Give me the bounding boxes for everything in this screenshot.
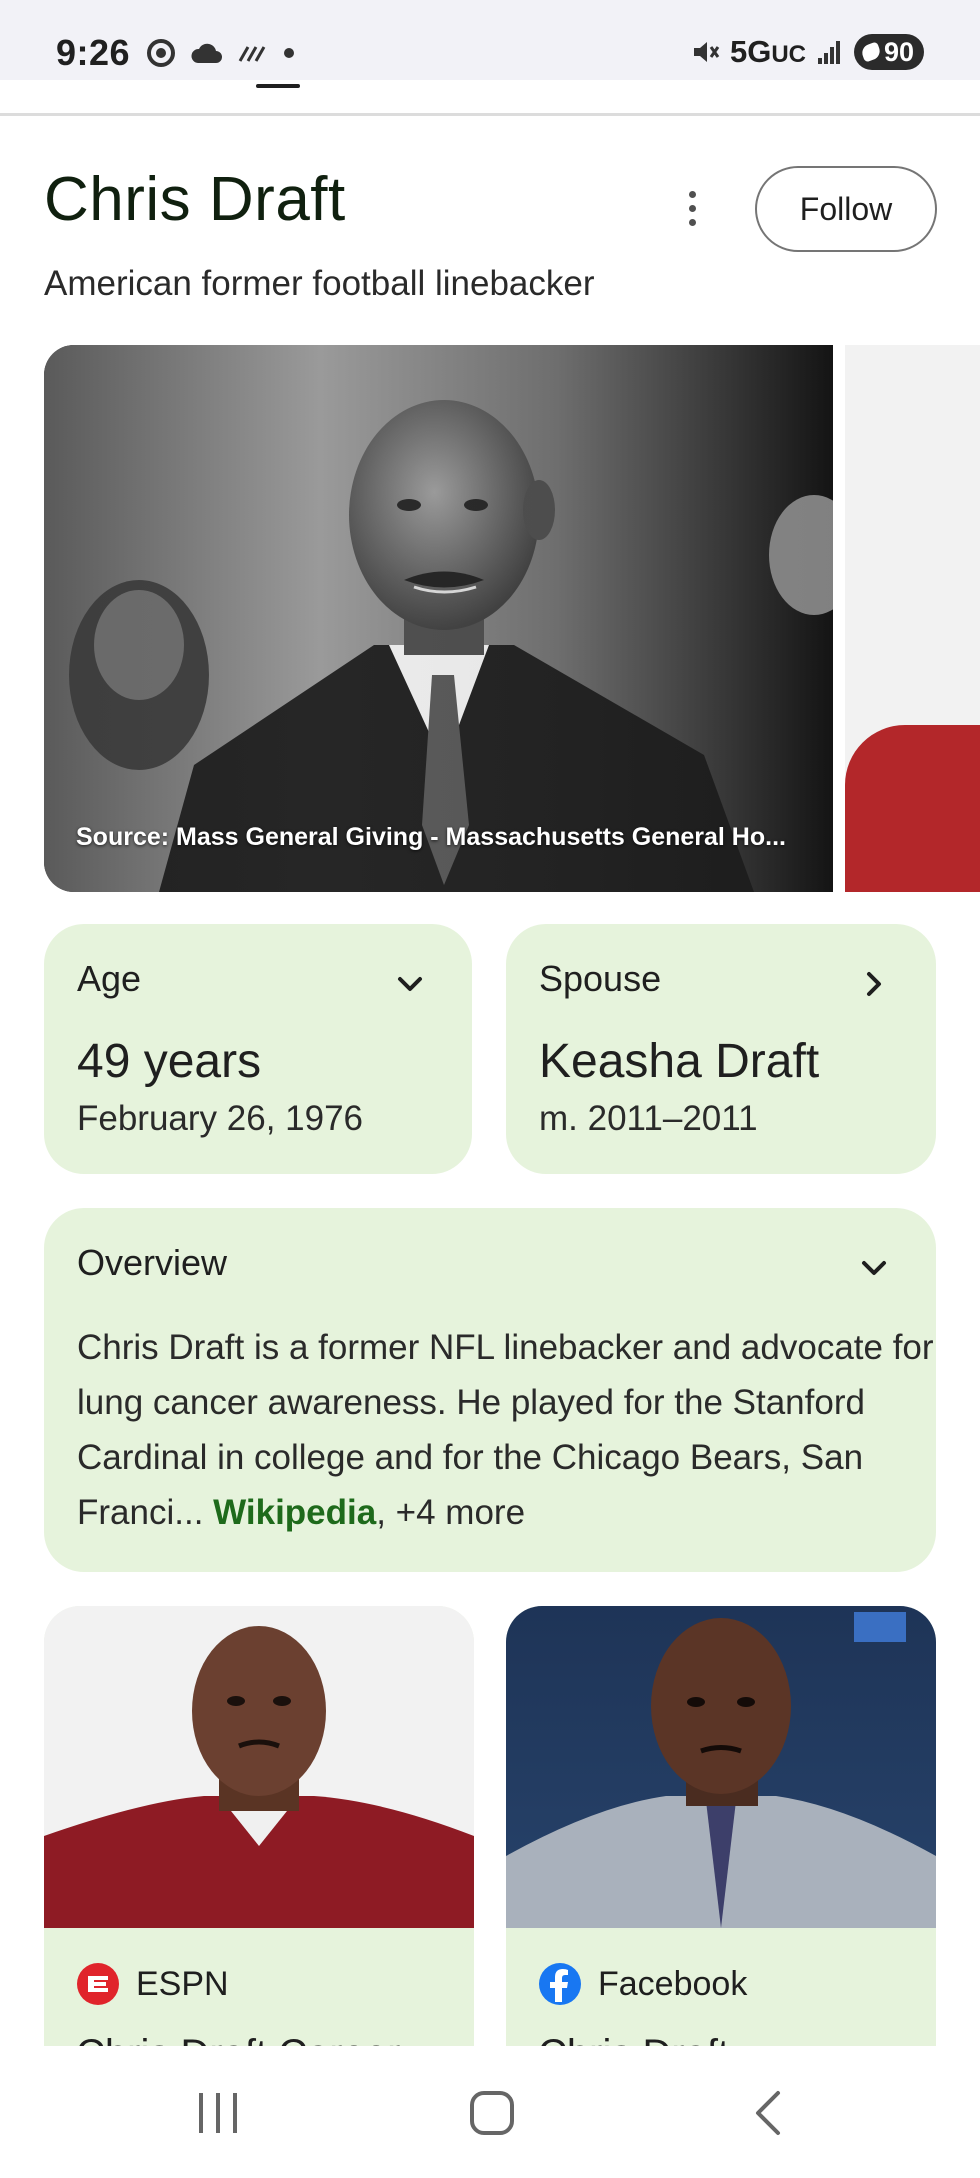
back-icon: [756, 2091, 780, 2135]
spouse-value: Keasha Draft: [539, 1035, 820, 1088]
follow-button[interactable]: Follow: [755, 166, 937, 252]
dot-icon: [688, 204, 696, 212]
back-button[interactable]: [728, 2078, 808, 2148]
tab-indicator: [256, 84, 300, 88]
result-source-name: Facebook: [598, 1964, 748, 2003]
more-options-button[interactable]: [670, 186, 714, 230]
dot-icon: [284, 48, 294, 58]
result-thumbnail: [506, 1606, 936, 1928]
hero-image[interactable]: Source: Mass General Giving - Massachuse…: [44, 345, 833, 892]
facebook-icon: [539, 1963, 581, 2005]
portrait-photo: [44, 345, 833, 892]
birth-date: February 26, 1976: [77, 1099, 364, 1138]
data-sync-icon: [238, 46, 266, 62]
image-source-caption: Source: Mass General Giving - Massachuse…: [76, 823, 786, 851]
signal-icon: [818, 41, 840, 64]
espn-icon: [77, 1963, 119, 2005]
home-button[interactable]: [452, 2078, 532, 2148]
result-source: ESPN: [76, 1962, 229, 2006]
next-image-preview[interactable]: [845, 345, 980, 892]
status-right: 5GUC 90: [690, 34, 924, 70]
marriage-dates: m. 2011–2011: [539, 1099, 758, 1138]
recents-button[interactable]: [178, 2078, 258, 2148]
result-thumbnail: [44, 1606, 474, 1928]
overview-text: Chris Draft is a former NFL linebacker a…: [77, 1320, 937, 1540]
divider: [0, 113, 980, 116]
notification-icons: [146, 38, 296, 68]
result-card[interactable]: ESPN Chris Draft Career: [44, 1606, 474, 2056]
entity-title: Chris Draft: [44, 165, 346, 234]
recents-icon: [199, 2093, 237, 2133]
result-card[interactable]: Facebook Chris Draft: [506, 1606, 936, 2056]
battery-indicator: 90: [854, 34, 924, 70]
mute-icon: [693, 42, 720, 62]
status-time: 9:26: [56, 32, 131, 73]
entity-subtitle: American former football linebacker: [44, 264, 595, 303]
dot-icon: [688, 190, 696, 198]
status-bar: 9:26 5GUC 90: [0, 0, 980, 80]
chevron-right-icon: [867, 972, 881, 996]
age-card[interactable]: Age 49 years February 26, 1976: [44, 924, 472, 1174]
result-source-name: ESPN: [136, 1964, 229, 2003]
cloud-icon: [191, 43, 222, 63]
spouse-card[interactable]: Spouse Keasha Draft m. 2011–2011: [506, 924, 936, 1174]
home-icon: [470, 2091, 514, 2135]
network-type: 5GUC: [729, 34, 806, 69]
jersey-shape: [845, 725, 980, 892]
chrome-icon: [147, 39, 175, 67]
wikipedia-link[interactable]: Wikipedia: [213, 1493, 376, 1532]
age-value: 49 years: [77, 1035, 262, 1088]
player-photo: [44, 1606, 474, 1928]
overview-card[interactable]: Overview Chris Draft is a former NFL lin…: [44, 1208, 936, 1572]
chevron-down-icon: [398, 977, 422, 991]
more-sources[interactable]: , +4 more: [376, 1493, 525, 1532]
overview-ellipsis: ...: [174, 1493, 214, 1532]
result-source: Facebook: [538, 1962, 747, 2006]
player-photo: [506, 1606, 936, 1928]
system-nav-bar: [0, 2046, 980, 2178]
overview-label: Overview: [77, 1242, 228, 1283]
age-label: Age: [77, 958, 142, 999]
spouse-label: Spouse: [539, 958, 662, 999]
dot-icon: [688, 218, 696, 226]
chevron-down-icon[interactable]: [856, 1250, 892, 1286]
